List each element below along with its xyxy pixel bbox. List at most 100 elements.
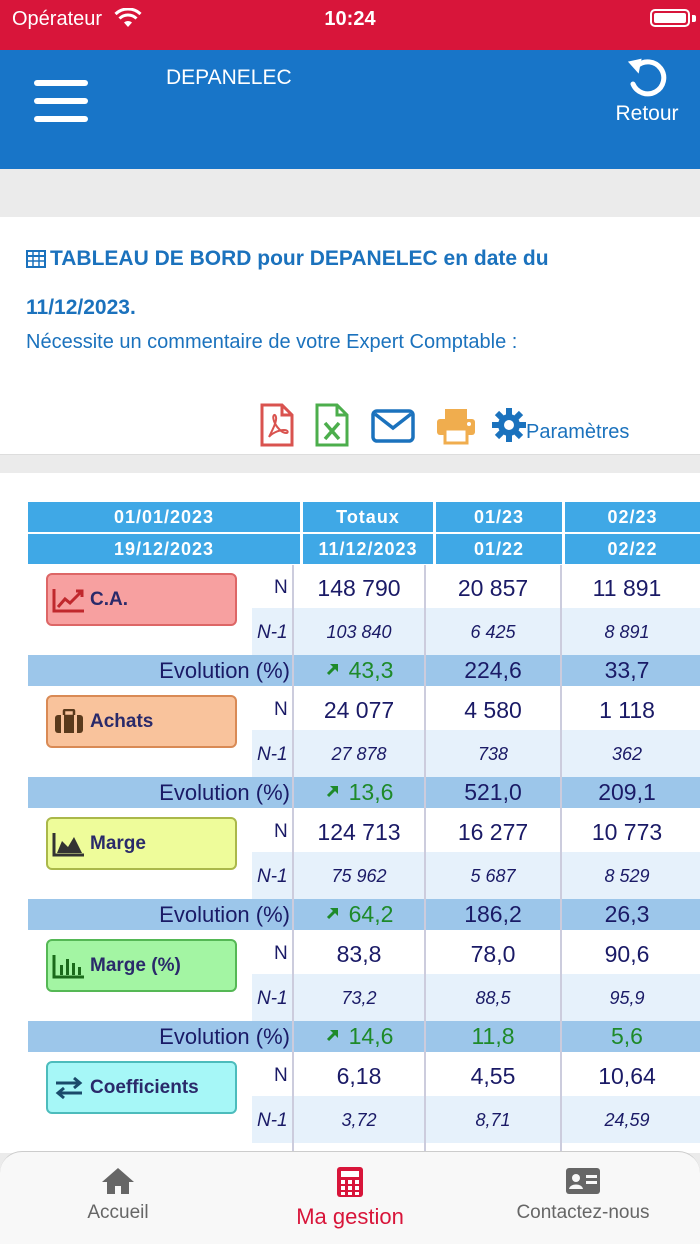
evolution-number: 209,1: [598, 779, 656, 805]
card-title-line1: TABLEAU DE BORD pour DEPANELEC en date d…: [50, 247, 549, 270]
gear-icon[interactable]: [491, 407, 527, 448]
n1-value: 73,2: [341, 988, 377, 1008]
n1-label: N-1: [257, 866, 288, 887]
evolution-value: 13,6: [294, 779, 424, 806]
evolution-label: Evolution (%): [159, 658, 290, 683]
evolution-label: Evolution (%): [159, 902, 290, 927]
nav-ma-gestion-label: Ma gestion: [296, 1204, 404, 1229]
evolution-number: 186,2: [464, 901, 522, 927]
section-badge-1[interactable]: Achats: [46, 695, 237, 748]
n1-value: 27 878: [331, 744, 387, 764]
evolution-number: 224,6: [464, 657, 522, 683]
column-divider: [292, 565, 294, 1153]
nav-accueil-label: Accueil: [87, 1202, 149, 1223]
evolution-value: 186,2: [426, 901, 560, 928]
battery-tip: [692, 15, 696, 22]
n-value: 11 891: [592, 575, 662, 601]
evolution-number: 14,6: [348, 1023, 394, 1049]
n-value: 10,64: [598, 1063, 656, 1089]
n1-value: 3,72: [341, 1110, 377, 1130]
n-label: N: [274, 577, 288, 598]
calculator-icon: [337, 1167, 363, 1197]
section-badge-2[interactable]: Marge: [46, 817, 237, 870]
evolution-value: 521,0: [426, 779, 560, 806]
section-name: Coefficients: [90, 1077, 199, 1098]
n1-label: N-1: [257, 988, 288, 1009]
trend-up-icon: [325, 1023, 349, 1049]
table-header-cell: 01/22: [436, 534, 562, 564]
n1-value: 75 962: [331, 866, 387, 886]
nav-contactez-nous[interactable]: Contactez-nous: [473, 1166, 693, 1224]
table-icon: [26, 250, 46, 268]
n-label: N: [274, 943, 288, 964]
evolution-number: 26,3: [604, 901, 650, 927]
section-badge-0[interactable]: C.A.: [46, 573, 237, 626]
back-button[interactable]: Retour: [604, 58, 690, 138]
n1-value: 362: [611, 744, 643, 764]
evolution-label: Evolution (%): [159, 1024, 290, 1049]
n-label: N: [274, 1065, 288, 1086]
evolution-number: 33,7: [604, 657, 650, 683]
dashboard-table: 01/01/2023 Totaux 01/23 02/23 19/12/2023 11/1…: [0, 473, 700, 1153]
n-value: 24 077: [323, 697, 395, 723]
home-icon: [102, 1168, 134, 1194]
table-header-cell: 19/12/2023: [28, 534, 300, 564]
card-subtitle: Nécessite un commentaire de votre Expert…: [26, 331, 518, 353]
evolution-value: 43,3: [294, 657, 424, 684]
evolution-number: 11,8: [471, 1023, 515, 1049]
section-badge-4[interactable]: Coefficients: [46, 1061, 237, 1114]
n1-value: 6 425: [470, 622, 516, 642]
excel-icon[interactable]: [315, 403, 349, 452]
card-title-line2: 11/12/2023.: [26, 296, 136, 319]
pdf-icon[interactable]: [260, 403, 294, 452]
evolution-number: 13,6: [348, 779, 394, 805]
params-label[interactable]: Paramètres: [526, 421, 629, 444]
n-value: 1 118: [599, 697, 655, 723]
n-value: 10 773: [591, 819, 663, 845]
evolution-value: 33,7: [562, 657, 692, 684]
evolution-value: 14,6: [294, 1023, 424, 1050]
n-value: 4 580: [464, 697, 522, 723]
nav-ma-gestion[interactable]: Ma gestion: [240, 1166, 460, 1230]
section-name: Achats: [90, 711, 154, 732]
table-header-cell: 02/23: [565, 502, 700, 532]
evolution-value: 64,2: [294, 901, 424, 928]
battery-icon: [650, 9, 690, 27]
n1-label: N-1: [257, 744, 288, 765]
evolution-value: 5,6: [562, 1023, 692, 1050]
n1-value: 8,71: [475, 1110, 511, 1130]
n1-label: N-1: [257, 622, 288, 643]
contact-card-icon: [566, 1168, 600, 1194]
table-header-cell: 01/23: [436, 502, 562, 532]
trend-up-icon: [325, 779, 349, 805]
card-title: TABLEAU DE BORD pour DEPANELEC en date d…: [26, 234, 666, 332]
evolution-value: 11,8: [426, 1023, 560, 1050]
section-badge-3[interactable]: Marge (%): [46, 939, 237, 992]
mail-icon[interactable]: [371, 409, 415, 448]
n-value: 6,18: [336, 1063, 382, 1089]
evolution-label: Evolution (%): [159, 780, 290, 805]
menu-icon[interactable]: [34, 78, 88, 126]
table-header-cell: 01/01/2023: [28, 502, 300, 532]
n-value: 16 277: [457, 819, 529, 845]
back-label: Retour: [615, 102, 679, 125]
evolution-value: 26,3: [562, 901, 692, 928]
section-name: Marge (%): [90, 955, 181, 976]
n1-value: 24,59: [604, 1110, 650, 1130]
app-header: DEPANELEC Retour: [0, 50, 700, 169]
evolution-number: 521,0: [464, 779, 522, 805]
n-value: 90,6: [604, 941, 650, 967]
status-bar: Opérateur 10:24: [0, 0, 700, 50]
app-title: DEPANELEC: [166, 66, 292, 89]
n1-label: N-1: [257, 1110, 288, 1131]
nav-accueil[interactable]: Accueil: [8, 1166, 228, 1224]
n-value: 124 713: [317, 819, 401, 845]
n1-value: 8 529: [604, 866, 650, 886]
evolution-number: 43,3: [348, 657, 394, 683]
n-label: N: [274, 699, 288, 720]
n1-value: 5 687: [470, 866, 516, 886]
print-icon[interactable]: [435, 407, 477, 450]
undo-icon: [627, 58, 667, 97]
column-divider: [424, 565, 426, 1153]
nav-contactez-nous-label: Contactez-nous: [516, 1202, 650, 1223]
